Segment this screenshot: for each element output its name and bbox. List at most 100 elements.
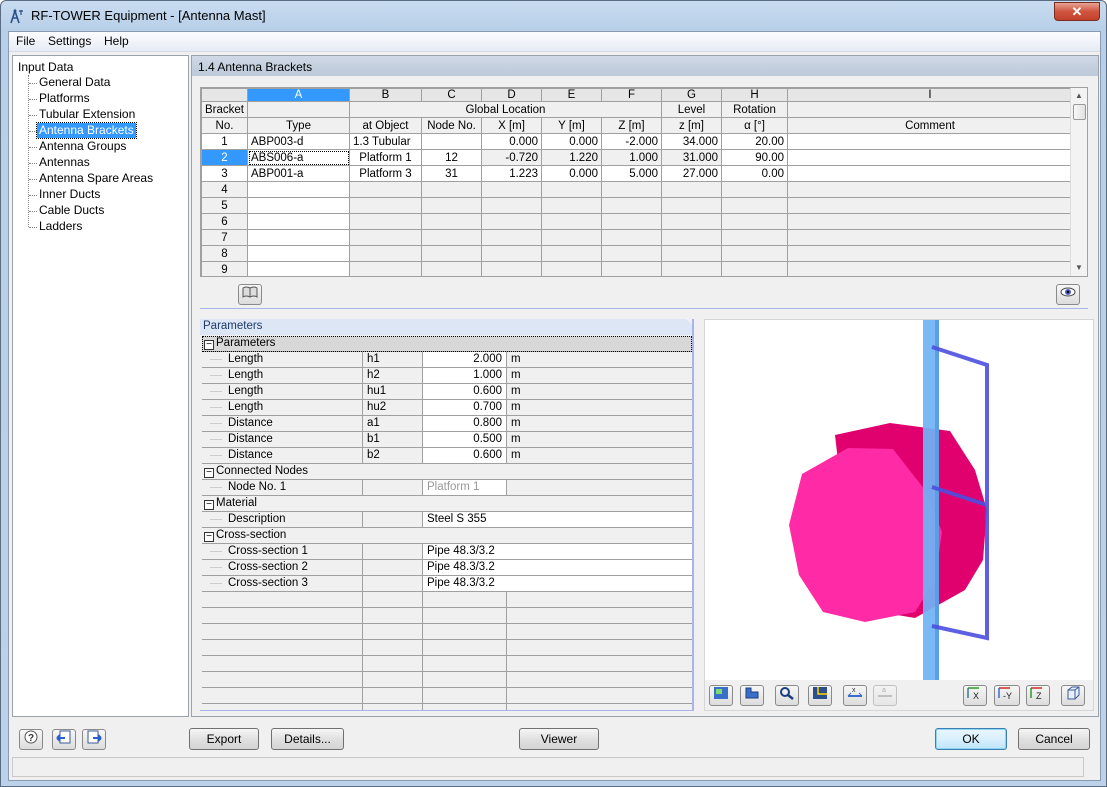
table-row[interactable]: 4 — [201, 181, 1073, 198]
cell-empty[interactable] — [721, 213, 788, 230]
param-row[interactable]: Length hu2 0.700 m — [202, 400, 692, 416]
menu-file[interactable]: File — [16, 34, 35, 48]
row-number[interactable]: 3 — [201, 165, 248, 182]
tree-item-antenna-brackets[interactable]: Antenna Brackets — [36, 122, 137, 139]
cell-empty[interactable] — [787, 229, 1073, 246]
row-number[interactable]: 5 — [201, 197, 248, 214]
cell-empty[interactable] — [661, 181, 722, 198]
table-row[interactable]: 9 — [201, 261, 1073, 276]
rotate-view-button[interactable] — [740, 685, 764, 706]
cell-empty[interactable] — [601, 245, 662, 262]
param-row[interactable]: Length h2 1.000 m — [202, 368, 692, 384]
param-value[interactable]: 0.500 — [423, 432, 507, 447]
cell-empty[interactable] — [541, 213, 602, 230]
cell-empty[interactable] — [247, 197, 350, 214]
cell-empty[interactable] — [787, 245, 1073, 262]
cell-empty[interactable] — [481, 197, 542, 214]
cell-z[interactable]: 1.000 — [601, 149, 662, 166]
cell-empty[interactable] — [481, 229, 542, 246]
collapse-icon[interactable]: − — [204, 532, 214, 542]
cell-empty[interactable] — [787, 261, 1073, 276]
cell-empty[interactable] — [661, 229, 722, 246]
tree-item-inner-ducts[interactable]: Inner Ducts — [37, 187, 102, 202]
cell-comment[interactable] — [787, 133, 1073, 150]
cell-rotation[interactable]: 90.00 — [721, 149, 788, 166]
row-number[interactable]: 2 — [201, 149, 248, 166]
param-row[interactable]: Distance a1 0.800 m — [202, 416, 692, 432]
param-row[interactable]: Cross-section 1 Pipe 48.3/3.2 — [202, 544, 692, 560]
collapse-icon[interactable]: − — [204, 500, 214, 510]
cell-empty[interactable] — [481, 245, 542, 262]
show-dimensions-button[interactable]: x — [843, 685, 867, 706]
tree-root-input-data[interactable]: Input Data — [18, 60, 73, 74]
cell-z[interactable]: 5.000 — [601, 165, 662, 182]
param-value[interactable]: 0.600 — [423, 448, 507, 463]
row-number[interactable]: 1 — [201, 133, 248, 150]
cell-empty[interactable] — [661, 213, 722, 230]
table-row[interactable]: 8 — [201, 245, 1073, 262]
collapse-icon[interactable]: − — [204, 468, 214, 478]
cell-empty[interactable] — [541, 197, 602, 214]
row-number[interactable]: 8 — [201, 245, 248, 262]
param-value[interactable]: Pipe 48.3/3.2 — [423, 544, 692, 559]
param-value[interactable]: Steel S 355 — [423, 512, 692, 527]
cell-comment[interactable] — [787, 165, 1073, 182]
cell-x[interactable]: 0.000 — [481, 133, 542, 150]
library-button[interactable] — [238, 284, 262, 305]
cell-empty[interactable] — [349, 261, 422, 276]
row-number[interactable]: 6 — [201, 213, 248, 230]
column-letter-b[interactable]: B — [349, 88, 422, 102]
table-row[interactable]: 5 — [201, 197, 1073, 214]
cell-empty[interactable] — [601, 261, 662, 276]
cell-empty[interactable] — [661, 245, 722, 262]
tree-item-antenna-spare-areas[interactable]: Antenna Spare Areas — [37, 171, 155, 186]
cell-at-object[interactable]: Platform 1 — [349, 149, 422, 166]
cell-level[interactable]: 27.000 — [661, 165, 722, 182]
cell-empty[interactable] — [349, 229, 422, 246]
cell-empty[interactable] — [349, 213, 422, 230]
column-letter-h[interactable]: H — [721, 88, 788, 102]
cell-empty[interactable] — [481, 181, 542, 198]
table-row[interactable]: 2 ABS006-a Platform 1 12 -0.720 1.220 1.000 31.… — [201, 149, 1073, 166]
cell-empty[interactable] — [721, 229, 788, 246]
close-button[interactable]: ✕ — [1054, 2, 1100, 21]
param-row[interactable]: Length h1 2.000 m — [202, 352, 692, 368]
cell-x[interactable]: 1.223 — [481, 165, 542, 182]
param-value[interactable]: 2.000 — [423, 352, 507, 367]
cell-type[interactable]: ABS006-a — [247, 149, 350, 166]
cell-at-object[interactable]: 1.3 Tubular — [349, 133, 422, 150]
cell-empty[interactable] — [421, 213, 482, 230]
cell-empty[interactable] — [541, 181, 602, 198]
cell-empty[interactable] — [601, 229, 662, 246]
cell-empty[interactable] — [421, 197, 482, 214]
tree-item-antenna-groups[interactable]: Antenna Groups — [37, 139, 128, 154]
cell-empty[interactable] — [349, 197, 422, 214]
table-row[interactable]: 1 ABP003-d 1.3 Tubular 0.000 0.000 -2.000 34.0… — [201, 133, 1073, 150]
view-z-button[interactable]: Z — [1026, 685, 1050, 706]
viewer-button[interactable]: Viewer — [519, 728, 599, 750]
cell-node[interactable]: 31 — [421, 165, 482, 182]
param-row[interactable]: Cross-section 2 Pipe 48.3/3.2 — [202, 560, 692, 576]
cell-empty[interactable] — [541, 229, 602, 246]
details-button[interactable]: Details... — [271, 728, 344, 750]
param-value[interactable]: Pipe 48.3/3.2 — [423, 560, 692, 575]
column-letter-e[interactable]: E — [541, 88, 602, 102]
cell-empty[interactable] — [421, 229, 482, 246]
cell-y[interactable]: 0.000 — [541, 165, 602, 182]
tree-item-cable-ducts[interactable]: Cable Ducts — [37, 203, 106, 218]
param-value[interactable]: 1.000 — [423, 368, 507, 383]
cell-empty[interactable] — [349, 245, 422, 262]
cell-level[interactable]: 34.000 — [661, 133, 722, 150]
cell-empty[interactable] — [541, 245, 602, 262]
column-letter-d[interactable]: D — [481, 88, 542, 102]
cell-empty[interactable] — [247, 213, 350, 230]
cell-y[interactable]: 0.000 — [541, 133, 602, 150]
cell-empty[interactable] — [421, 181, 482, 198]
cell-empty[interactable] — [247, 261, 350, 276]
cell-at-object[interactable]: Platform 3 — [349, 165, 422, 182]
cell-empty[interactable] — [421, 261, 482, 276]
table-row[interactable]: 6 — [201, 213, 1073, 230]
tree-item-tubular-extension[interactable]: Tubular Extension — [37, 107, 137, 122]
cell-rotation[interactable]: 20.00 — [721, 133, 788, 150]
cell-empty[interactable] — [721, 197, 788, 214]
